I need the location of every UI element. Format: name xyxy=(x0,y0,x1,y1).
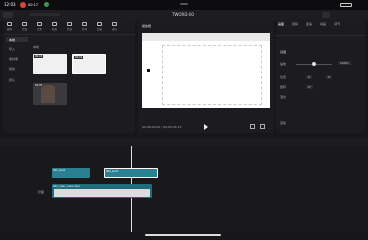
portrait-image xyxy=(41,85,55,103)
rotate-value[interactable]: 0° xyxy=(306,85,314,89)
label-position: 位置 xyxy=(280,75,287,79)
tab-canvas[interactable]: 画面 xyxy=(278,22,284,26)
divider xyxy=(3,34,135,35)
tool-filter[interactable]: 滤镜 xyxy=(95,22,104,31)
clip-duration: 00:02 xyxy=(74,56,84,59)
timeline-panel: 001_word 002_word 封面 003_main_video.mp4 xyxy=(0,136,368,232)
effects-icon xyxy=(67,22,72,26)
notch xyxy=(180,3,188,5)
clip-duration: 00:03 xyxy=(34,55,44,58)
label-blend: 混合 xyxy=(280,95,287,99)
label-scale: 缩放 xyxy=(280,62,287,66)
sidebar-item-mine[interactable]: 我的 xyxy=(9,67,15,71)
tool-text[interactable]: 文本 xyxy=(35,22,44,31)
props-tabs: 画面 音频 变速 动画 调节 xyxy=(278,22,340,26)
timeline-clip-selected[interactable]: 002_word xyxy=(104,168,158,178)
clock: 12:03 xyxy=(4,2,16,7)
position-x[interactable]: 0 xyxy=(306,75,312,79)
doc-ribbon xyxy=(142,33,270,41)
media-clip-doc-1[interactable]: 00:03 xyxy=(33,54,67,74)
text-icon xyxy=(37,22,42,26)
transition-icon xyxy=(82,22,87,26)
filter-icon xyxy=(97,22,102,26)
media-panel: 媒体 音频 文本 贴纸 特效 转场 滤镜 调节 本地 导入 素材库 我的 默认 … xyxy=(3,21,135,133)
battery-icon xyxy=(340,3,352,7)
timeline-toolbar xyxy=(0,138,368,146)
cover-label[interactable]: 封面 xyxy=(38,190,44,194)
fit-screen-icon[interactable] xyxy=(250,124,255,129)
position-y[interactable]: 0 xyxy=(326,75,332,79)
doc-page xyxy=(162,45,262,105)
media-clip-portrait[interactable]: 00:05 xyxy=(33,83,67,105)
clip-thumbnails xyxy=(54,189,150,197)
media-toolbar: 媒体 音频 文本 贴纸 特效 转场 滤镜 调节 xyxy=(5,22,119,31)
home-indicator xyxy=(145,234,221,236)
tool-audio[interactable]: 音频 xyxy=(20,22,29,31)
player-title: 播放器 xyxy=(142,24,152,28)
sidebar-item-import[interactable]: 导入 xyxy=(9,47,15,51)
media-icon xyxy=(7,22,12,26)
back-button[interactable] xyxy=(3,12,13,18)
sidebar-item-local[interactable]: 本地 xyxy=(9,38,15,42)
video-frame xyxy=(142,33,270,108)
doc-cursor xyxy=(147,69,150,72)
sidebar-item-default[interactable]: 默认 xyxy=(9,78,15,82)
tab-audio[interactable]: 音频 xyxy=(292,22,298,26)
section-basic: 基础 xyxy=(280,50,287,54)
record-indicator-icon xyxy=(20,2,26,8)
tool-media[interactable]: 媒体 xyxy=(5,22,14,31)
divider xyxy=(276,35,365,36)
clip-duration: 00:05 xyxy=(34,84,44,87)
tool-sticker[interactable]: 贴纸 xyxy=(50,22,59,31)
player-time: 00:00:00:00 / 00:00:05:13 xyxy=(142,125,182,129)
preview-panel: 播放器 00:00:00:00 / 00:00:05:13 xyxy=(138,21,274,133)
timeline-clip[interactable]: 001_word xyxy=(52,168,90,178)
project-info xyxy=(30,13,60,16)
clip-label: 002_word xyxy=(106,170,119,173)
play-icon[interactable] xyxy=(204,124,208,130)
clip-label: 003_main_video.mp4 xyxy=(53,185,80,188)
settings-button[interactable] xyxy=(322,12,330,18)
sticker-icon xyxy=(52,22,57,26)
top-bar: TWORD-00 导出 xyxy=(0,10,368,28)
tool-transition[interactable]: 转场 xyxy=(80,22,89,31)
label-mask: 蒙版 xyxy=(280,121,287,125)
project-title: TWORD-00 xyxy=(172,12,194,17)
mic-icon xyxy=(44,2,49,7)
status-bar: 12:03 00:17 xyxy=(0,0,368,10)
scale-slider-knob[interactable] xyxy=(312,62,316,66)
clip-label: 001_word xyxy=(53,169,66,172)
tool-adjust[interactable]: 调节 xyxy=(110,22,119,31)
media-clip-doc-2[interactable]: 00:02 xyxy=(72,54,106,74)
fullscreen-icon[interactable] xyxy=(260,124,265,129)
sub-tab-local[interactable]: 本地 xyxy=(33,45,39,49)
label-rotate: 旋转 xyxy=(280,85,287,89)
scale-value[interactable]: 100% xyxy=(338,61,351,65)
adjust-icon xyxy=(112,22,117,26)
sidebar-item-library[interactable]: 素材库 xyxy=(9,57,18,61)
timeline-main-clip[interactable]: 003_main_video.mp4 xyxy=(52,184,152,198)
tab-animation[interactable]: 动画 xyxy=(320,22,326,26)
properties-panel: 画面 音频 变速 动画 调节 基础 缩放 100% 位置 0 0 旋转 0° 混… xyxy=(276,21,365,133)
tab-adjust[interactable]: 调节 xyxy=(334,22,340,26)
tab-speed[interactable]: 变速 xyxy=(306,22,312,26)
record-time: 00:17 xyxy=(28,2,39,7)
tool-effects[interactable]: 特效 xyxy=(65,22,74,31)
audio-icon xyxy=(22,22,27,26)
